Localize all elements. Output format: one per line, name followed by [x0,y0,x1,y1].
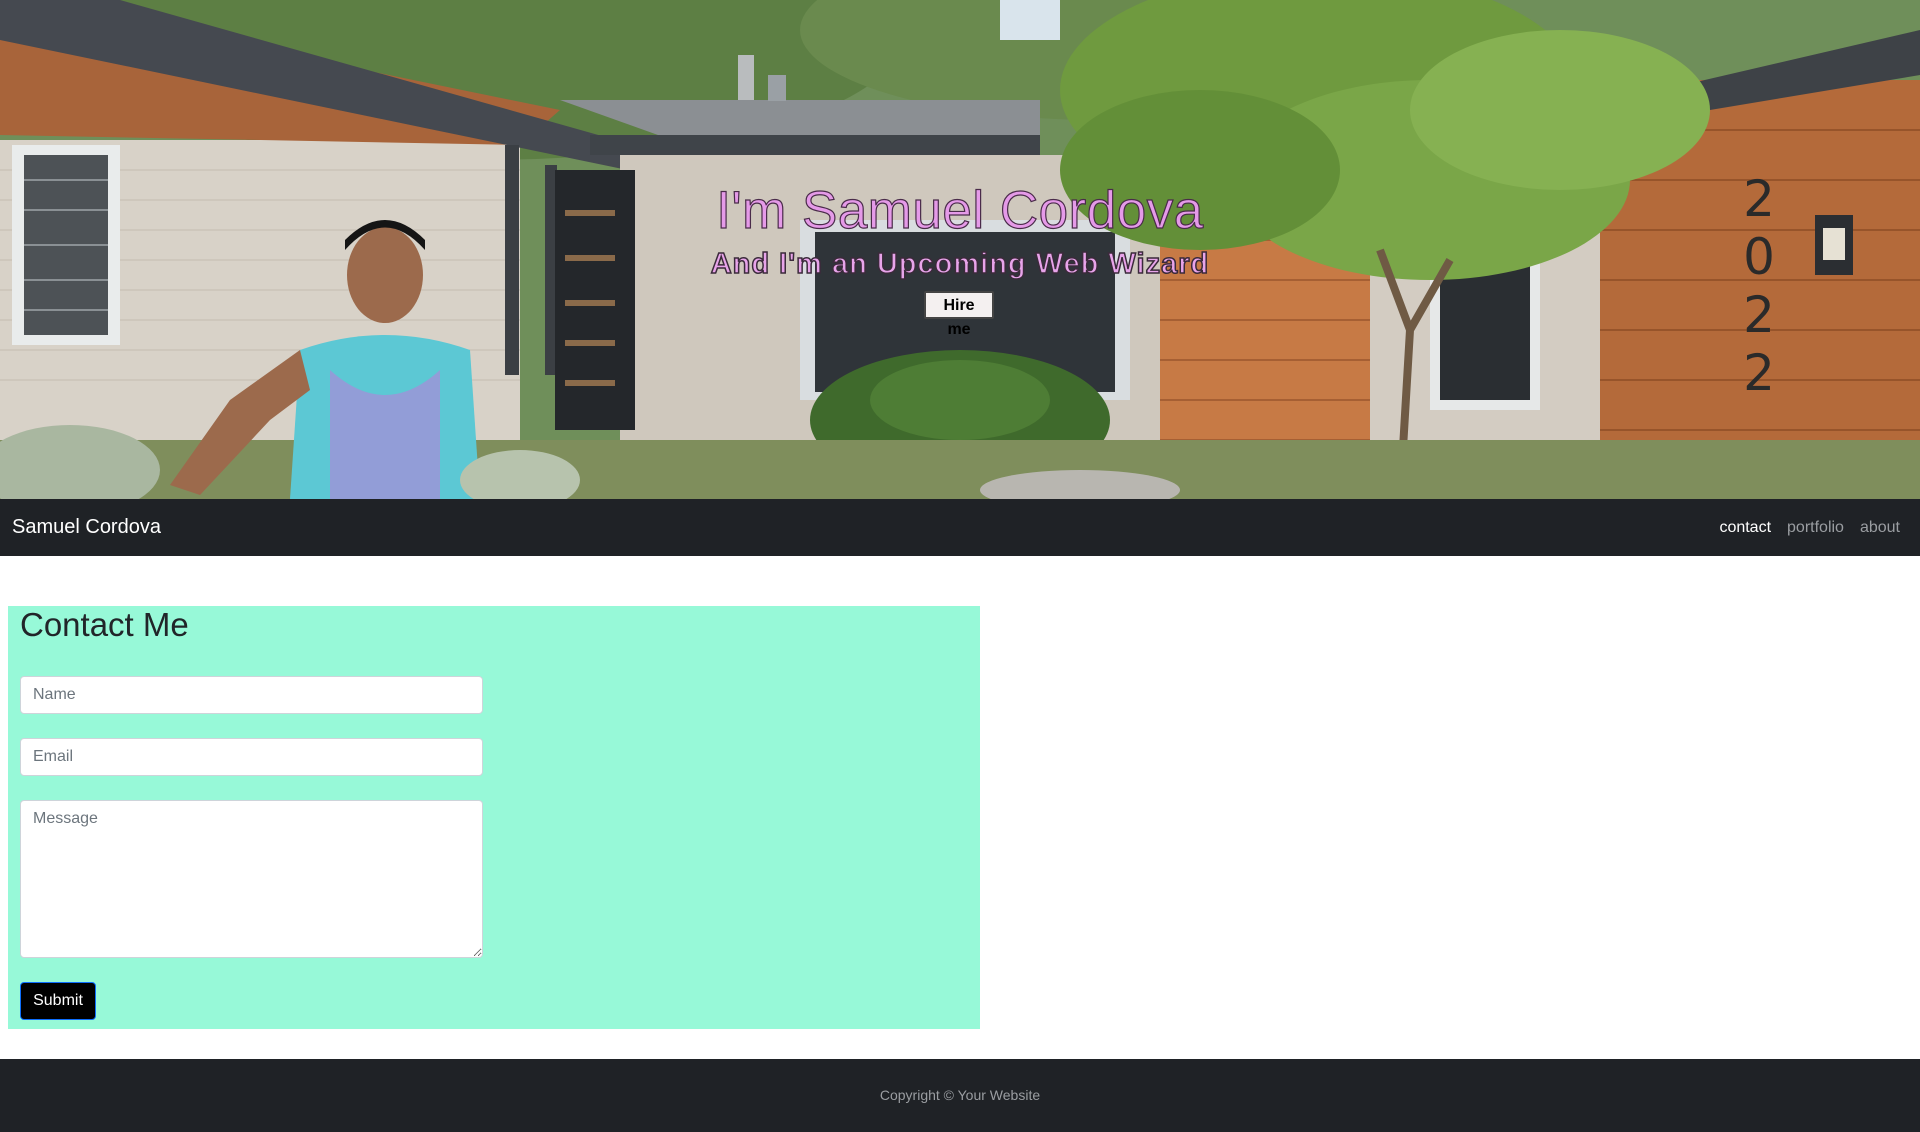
nav-link-about[interactable]: about [1860,519,1900,537]
nav-link-contact[interactable]: contact [1719,519,1771,537]
footer-copyright: Copyright © Your Website [879,1087,1041,1103]
hero-title: I'm Samuel Cordova [716,180,1204,240]
contact-title: Contact Me [20,606,189,643]
nav-links: contact portfolio about [1719,499,1900,556]
hero-subtitle: And I'm an Upcoming Web Wizard [710,247,1210,281]
navbar-brand[interactable]: Samuel Cordova [12,499,161,556]
hero-overlay: I'm Samuel Cordova And I'm an Upcoming W… [0,0,1920,499]
navbar: Samuel Cordova contact portfolio about [0,499,1920,556]
footer: Copyright © Your Website [0,1059,1920,1132]
contact-section: Contact Me Submit [8,606,980,1029]
submit-button[interactable]: Submit [20,982,96,1020]
hire-me-button[interactable]: Hire me [924,291,994,338]
nav-link-portfolio[interactable]: portfolio [1787,519,1844,537]
name-input[interactable] [20,676,483,714]
message-textarea[interactable] [20,800,483,958]
hero-banner: 2022 I'm Samuel Cordova And I'm an Upcom… [0,0,1920,499]
email-input[interactable] [20,738,483,776]
